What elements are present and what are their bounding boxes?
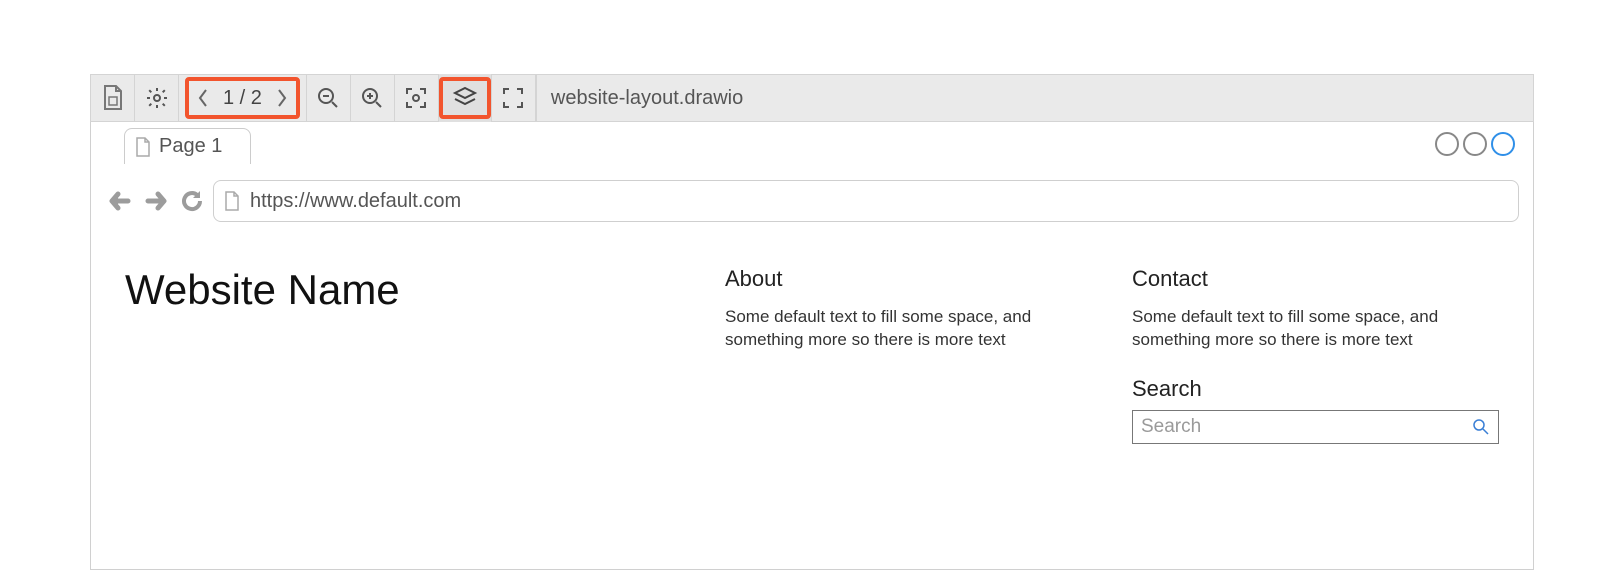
zoom-in-button[interactable]	[351, 74, 395, 122]
layers-button[interactable]	[439, 74, 492, 122]
search-input[interactable]: Search	[1132, 410, 1499, 444]
browser-mock: https://www.default.com Website Name Abo…	[101, 170, 1523, 569]
reload-button[interactable]	[177, 186, 207, 216]
next-page-button[interactable]	[268, 80, 296, 116]
window-dot[interactable]	[1491, 132, 1515, 156]
page-icon	[135, 137, 151, 157]
about-body: Some default text to fill some space, an…	[725, 306, 1092, 352]
back-button[interactable]	[105, 186, 135, 216]
window-dot[interactable]	[1463, 132, 1487, 156]
search-icon	[1472, 418, 1490, 436]
about-heading: About	[725, 266, 1092, 292]
search-placeholder: Search	[1141, 416, 1201, 438]
zoom-out-button[interactable]	[307, 74, 351, 122]
page-tab[interactable]: Page 1	[124, 128, 251, 164]
fullscreen-button[interactable]	[492, 74, 536, 122]
diagram-viewer: Page 1 https://www.default.com	[90, 122, 1534, 570]
layers-icon	[452, 85, 478, 111]
window-dot[interactable]	[1435, 132, 1459, 156]
file-button[interactable]	[91, 74, 135, 122]
contact-heading: Contact	[1132, 266, 1499, 292]
about-column: About Some default text to fill some spa…	[725, 266, 1092, 444]
toolbar: 1 / 2 website-layout.drawio	[90, 74, 1534, 122]
page-nav-highlight: 1 / 2	[185, 77, 300, 119]
search-heading: Search	[1132, 376, 1499, 402]
mock-content: Website Name About Some default text to …	[101, 236, 1523, 444]
settings-button[interactable]	[135, 74, 179, 122]
forward-button[interactable]	[141, 186, 171, 216]
contact-body: Some default text to fill some space, an…	[1132, 306, 1499, 352]
url-bar[interactable]: https://www.default.com	[213, 180, 1519, 222]
page-nav-group: 1 / 2	[179, 74, 307, 122]
window-controls	[1435, 132, 1515, 156]
page-indicator: 1 / 2	[217, 87, 268, 110]
contact-column: Contact Some default text to fill some s…	[1132, 266, 1499, 444]
page-tab-label: Page 1	[159, 135, 222, 158]
fit-page-button[interactable]	[395, 74, 439, 122]
site-title: Website Name	[125, 266, 685, 444]
url-text: https://www.default.com	[250, 190, 461, 213]
browser-nav-row: https://www.default.com	[101, 170, 1523, 236]
page-icon	[224, 191, 240, 211]
prev-page-button[interactable]	[189, 80, 217, 116]
filename-label: website-layout.drawio	[537, 87, 757, 110]
